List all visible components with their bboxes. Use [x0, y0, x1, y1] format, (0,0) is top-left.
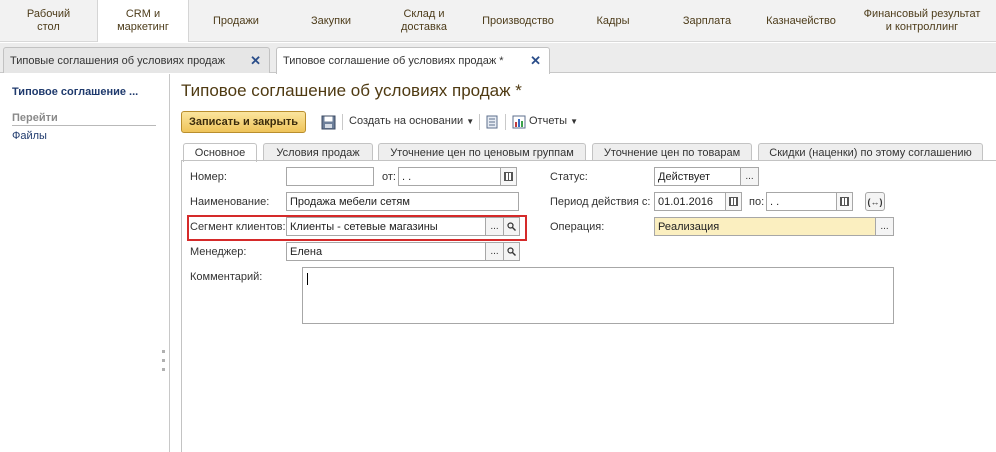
close-icon[interactable]: ✕ [530, 53, 541, 69]
comment-textarea[interactable] [302, 267, 894, 324]
tab-price-groups[interactable]: Уточнение цен по ценовым группам [378, 143, 586, 161]
manager-field[interactable]: Елена [286, 242, 486, 261]
period-select-button[interactable]: (↔) [865, 192, 885, 211]
reports-label: Отчеты [529, 115, 568, 127]
nav-goto-header: Перейти [12, 112, 58, 124]
from-date-field[interactable]: . . [398, 167, 501, 186]
nav-document-title[interactable]: Типовое соглашение ... [12, 86, 138, 98]
navigation-panel: Типовое соглашение ... Перейти Файлы [0, 74, 170, 452]
close-icon[interactable]: ✕ [250, 53, 261, 69]
list-icon[interactable] [483, 113, 501, 131]
status-field[interactable]: Действует [654, 167, 741, 186]
create-based-on-label: Создать на основании [349, 115, 464, 127]
section-desktop[interactable]: Рабочий стол [0, 0, 97, 42]
reports-icon[interactable] [510, 113, 528, 131]
sections-panel: Рабочий стол CRM и маркетинг Продажи Зак… [0, 0, 996, 42]
section-purchases[interactable]: Закупки [290, 0, 372, 42]
save-icon[interactable] [319, 113, 337, 131]
section-warehouse[interactable]: Склад и доставка [380, 0, 468, 42]
tab-sales-conditions[interactable]: Условия продаж [263, 143, 373, 161]
status-label: Статус: [550, 171, 588, 183]
window-tab-label: Типовое соглашение об условиях продаж * [283, 55, 504, 67]
text-cursor [307, 273, 308, 285]
period-from-label: Период действия с: [550, 196, 651, 208]
section-salary[interactable]: Зарплата [664, 0, 750, 42]
segment-field[interactable]: Клиенты - сетевые магазины [286, 217, 486, 236]
toolbar-separator [342, 114, 343, 130]
dropdown-arrow-icon: ▼ [570, 117, 579, 126]
number-field[interactable] [286, 167, 374, 186]
period-to-field[interactable]: . . [766, 192, 837, 211]
period-to-label: по: [749, 196, 765, 208]
operation-label: Операция: [550, 221, 605, 233]
window-tabs-bar: Типовые соглашения об условиях продаж ✕ … [0, 43, 996, 74]
reports-button[interactable]: Отчеты ▼ [529, 115, 578, 127]
window-tab-label: Типовые соглашения об условиях продаж [10, 54, 225, 67]
toolbar-separator [479, 114, 480, 130]
operation-field[interactable]: Реализация [654, 217, 876, 236]
manager-label: Менеджер: [190, 246, 247, 258]
page-title: Типовое соглашение об условиях продаж * [181, 81, 522, 100]
panel-resize-handle[interactable] [162, 350, 166, 382]
form-area: Типовое соглашение об условиях продаж * … [171, 74, 996, 452]
create-based-on-button[interactable]: Создать на основании ▼ [349, 115, 474, 127]
section-sales[interactable]: Продажи [192, 0, 280, 42]
status-select-button[interactable]: ... [741, 167, 759, 186]
dropdown-arrow-icon: ▼ [466, 117, 475, 126]
search-icon[interactable] [504, 217, 520, 236]
calendar-icon[interactable] [726, 192, 742, 211]
section-crm[interactable]: CRM и маркетинг [97, 0, 189, 42]
calendar-icon[interactable] [837, 192, 853, 211]
period-from-field[interactable]: 01.01.2016 [654, 192, 726, 211]
tab-divider [181, 160, 996, 161]
window-tab-list[interactable]: Типовые соглашения об условиях продаж ✕ [3, 47, 270, 73]
section-hr[interactable]: Кадры [572, 0, 654, 42]
segment-label: Сегмент клиентов: [190, 221, 286, 233]
name-label: Наименование: [190, 196, 270, 208]
search-icon[interactable] [504, 242, 520, 261]
tab-price-products[interactable]: Уточнение цен по товарам [592, 143, 752, 161]
nav-files-link[interactable]: Файлы [12, 130, 47, 142]
number-label: Номер: [190, 171, 227, 183]
calendar-icon[interactable] [501, 167, 517, 186]
segment-select-button[interactable]: ... [486, 217, 504, 236]
tab-discounts[interactable]: Скидки (наценки) по этому соглашению [758, 143, 983, 161]
window-tab-current[interactable]: Типовое соглашение об условиях продаж * … [276, 47, 550, 74]
section-treasury[interactable]: Казначейство [756, 0, 846, 42]
operation-select-button[interactable]: ... [876, 217, 894, 236]
manager-select-button[interactable]: ... [486, 242, 504, 261]
toolbar-separator [505, 114, 506, 130]
name-field[interactable]: Продажа мебели сетям [286, 192, 519, 211]
panel-border [181, 160, 182, 452]
save-and-close-button[interactable]: Записать и закрыть [181, 111, 307, 133]
section-production[interactable]: Производство [472, 0, 564, 42]
section-financial-result[interactable]: Финансовый результат и контроллинг [848, 0, 996, 42]
divider [12, 125, 156, 126]
from-date-label: от: [382, 171, 396, 183]
comment-label: Комментарий: [190, 271, 263, 283]
